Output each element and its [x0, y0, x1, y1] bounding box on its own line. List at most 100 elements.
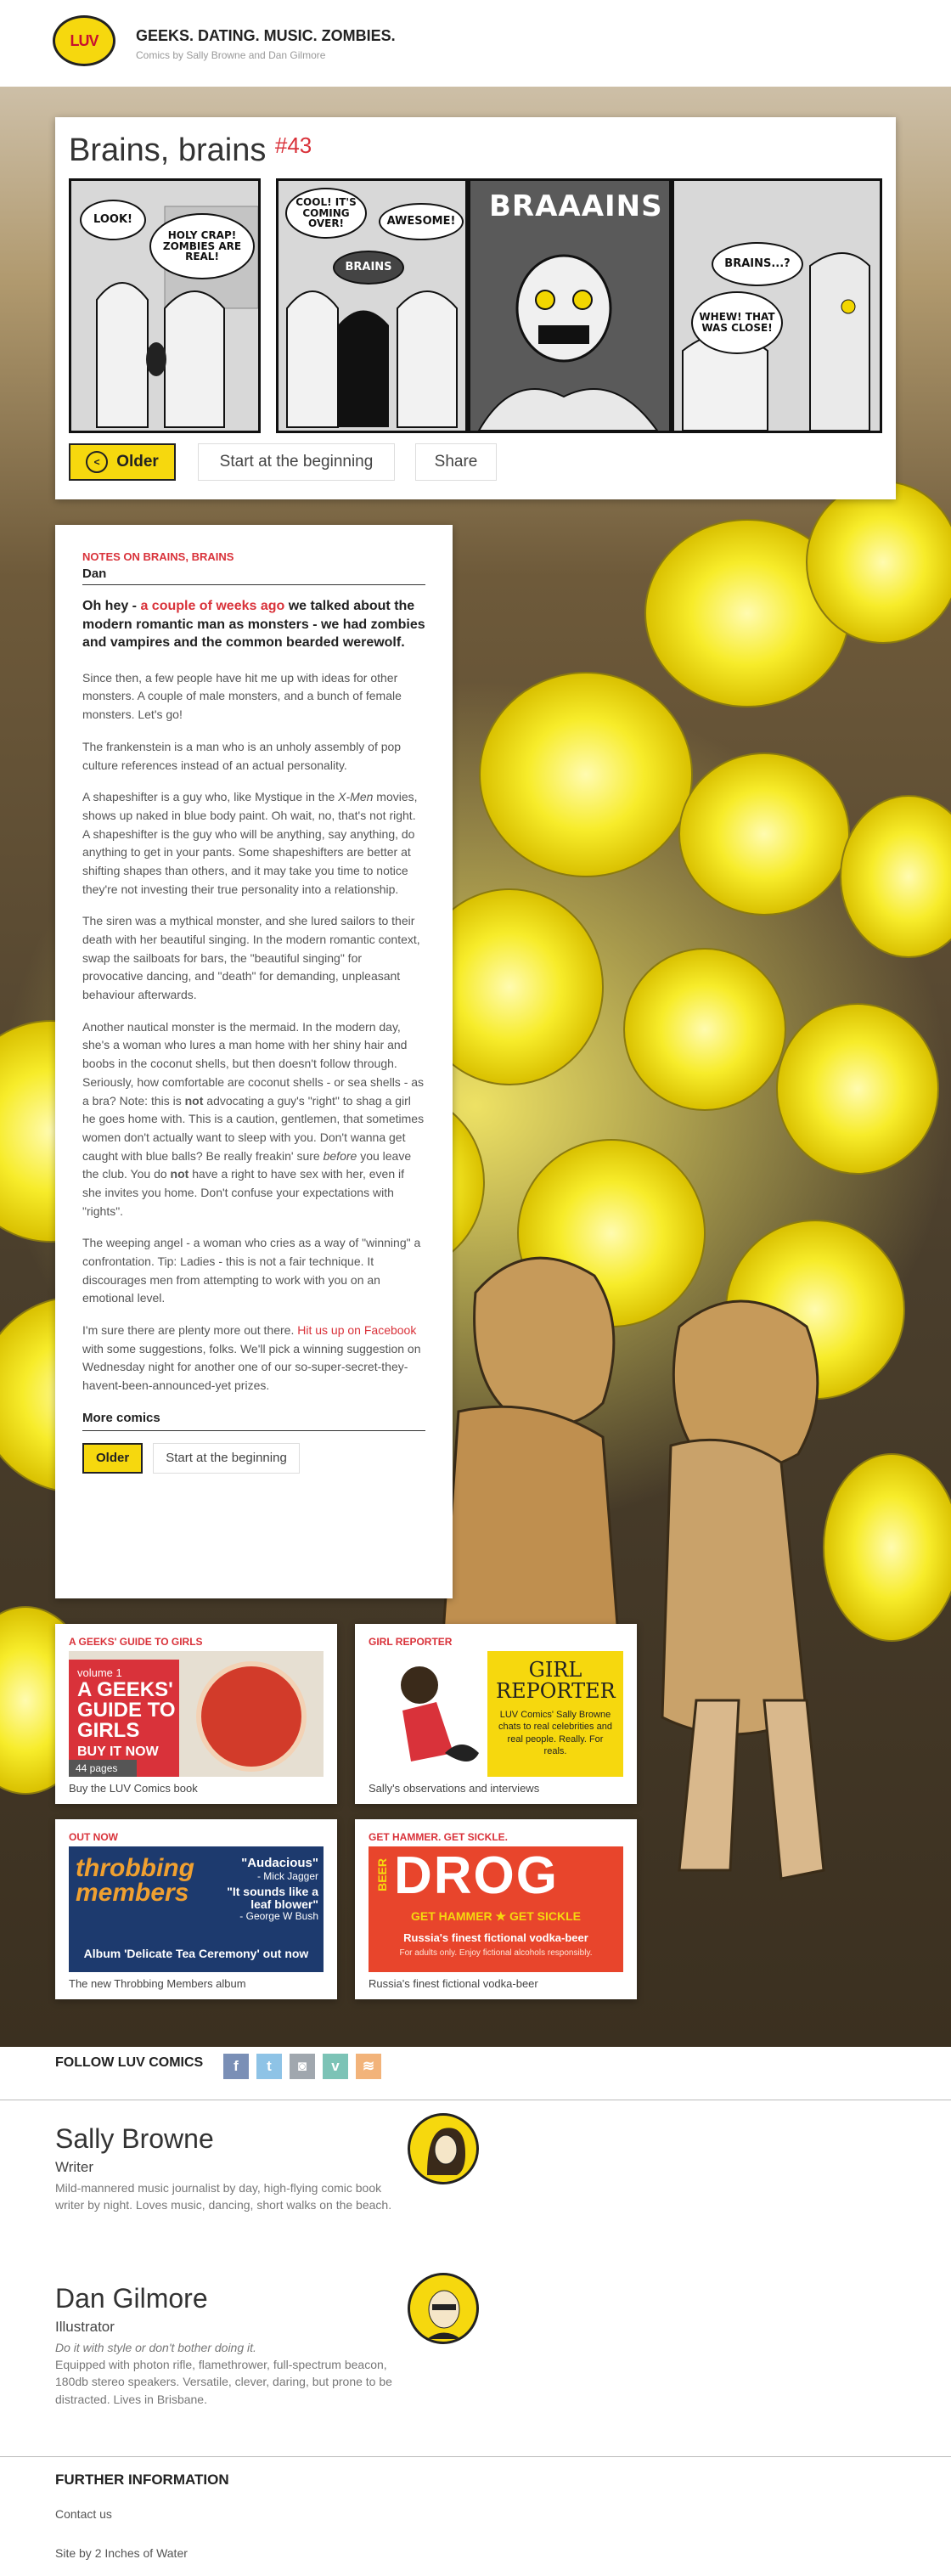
paragraph-emphasis: before: [323, 1148, 357, 1163]
promo-label: GIRL REPORTER: [369, 1636, 453, 1648]
twitter-icon[interactable]: t: [256, 2054, 282, 2079]
reporter-figure: [401, 1666, 479, 1761]
paragraph-text: I'm sure there are plenty more out there…: [82, 1323, 298, 1338]
comic-title-text: Brains, brains: [69, 132, 267, 168]
reporter-title-line: REPORTER: [496, 1679, 616, 1704]
older-button[interactable]: < Older: [69, 443, 176, 481]
previous-comic-link[interactable]: a couple of weeks ago: [140, 599, 284, 613]
site-subtitle: Comics by Sally Browne and Dan Gilmore: [136, 49, 326, 61]
girl-reporter-title: GIRL REPORTER: [496, 1658, 616, 1704]
site-header: LUV GEEKS. DATING. MUSIC. ZOMBIES. Comic…: [0, 0, 951, 87]
vine-icon[interactable]: v: [323, 2054, 348, 2079]
notes-paragraph: I'm sure there are plenty more out there…: [82, 1322, 425, 1395]
promo-card-book[interactable]: A GEEKS' GUIDE TO GIRLS volume 1 A GEEKS…: [55, 1624, 337, 1804]
dan-portrait: [427, 2290, 461, 2339]
notes-lead: Oh hey - a couple of weeks ago we talked…: [82, 597, 425, 652]
promo-caption: Buy the LUV Comics book: [69, 1782, 198, 1795]
facebook-icon[interactable]: f: [223, 2054, 249, 2079]
paragraph-strong: not: [170, 1167, 189, 1181]
notes-paragraph: Another nautical monster is the mermaid.…: [82, 1018, 425, 1221]
speech-bubble: BRAINS...?: [712, 242, 803, 286]
notes-paragraph: Since then, a few people have hit me up …: [82, 670, 402, 722]
start-at-beginning-button[interactable]: Start at the beginning: [198, 443, 395, 481]
album-promo-image[interactable]: throbbing members "Audacious" - Mick Jagg…: [69, 1846, 324, 1972]
comic-notes: NOTES ON BRAINS, BRAINS Dan Oh hey - a c…: [55, 525, 453, 1598]
album-quote-author: - George W Bush: [239, 1910, 318, 1923]
promo-label: OUT NOW: [69, 1831, 118, 1843]
sally-portrait: [427, 2128, 465, 2175]
promo-card-album[interactable]: OUT NOW throbbing members "Audacious" - M…: [55, 1819, 337, 1999]
share-button[interactable]: Share: [415, 443, 497, 481]
girl-reporter-image[interactable]: GIRL REPORTER LUV Comics' Sally Browne ch…: [369, 1651, 623, 1777]
person-bio-dan: Equipped with photon rifle, flamethrower…: [55, 2358, 392, 2406]
notes-heading: NOTES ON BRAINS, BRAINS: [82, 550, 234, 563]
avatar-sally: [408, 2113, 479, 2184]
site-title[interactable]: GEEKS. DATING. MUSIC. ZOMBIES.: [136, 27, 396, 45]
comic-strip[interactable]: LOOK! HOLY CRAP! ZOMBIES ARE REAL! COOL!…: [69, 178, 882, 433]
notes-paragraph: The siren was a mythical monster, and sh…: [82, 914, 420, 1002]
album-quote-author: - Mick Jagger: [256, 1869, 318, 1882]
promo-label: GET HAMMER. GET SICKLE.: [369, 1831, 509, 1843]
notes-author: Dan: [82, 566, 425, 585]
facebook-link[interactable]: Hit us up on Facebook: [297, 1323, 416, 1337]
follow-bar: FOLLOW LUV COMICS f t ◙ v ≋: [0, 2047, 951, 2100]
instagram-icon[interactable]: ◙: [290, 2054, 315, 2079]
comic-card: Brains, brains #43 LOOK! HOLY CRAP! ZOMB…: [55, 117, 896, 499]
speech-bubble: HOLY CRAP! ZOMBIES ARE REAL!: [149, 213, 255, 279]
album-quote: "Audacious": [241, 1856, 318, 1870]
band-name-line: members: [76, 1878, 189, 1907]
notes-start-button[interactable]: Start at the beginning: [153, 1442, 300, 1474]
band-logo: throbbing members: [76, 1854, 194, 1907]
paragraph-strong: not: [184, 1093, 204, 1108]
reporter-title-line: GIRL: [528, 1658, 582, 1682]
paragraph-text: movies, shows up naked in blue body pain…: [82, 790, 418, 896]
drog-side-label: BEER: [375, 1858, 389, 1891]
site-credit-link[interactable]: Site by 2 Inches of Water: [55, 2546, 188, 2560]
person-name-dan: Dan Gilmore: [55, 2283, 208, 2314]
book-heart-disc: [196, 1661, 307, 1772]
comic-title: Brains, brains #43: [69, 132, 312, 169]
speech-bubble: COOL! IT'S COMING OVER!: [285, 188, 367, 239]
band-name-line: throbbing: [76, 1854, 194, 1882]
promo-card-drog[interactable]: GET HAMMER. GET SICKLE. BEER DROG GET HA…: [355, 1819, 637, 1999]
book-title-line: GUIDE TO: [77, 1699, 176, 1722]
promo-card-girl-reporter[interactable]: GIRL REPORTER GIRL REPORTER LUV Comics' S…: [355, 1624, 637, 1804]
person-bio-sally: Mild-mannered music journalist by day, h…: [55, 2181, 392, 2212]
older-button-label: Older: [116, 453, 159, 471]
comic-number: #43: [274, 132, 312, 158]
book-promo-image[interactable]: volume 1 A GEEKS' GUIDE TO GIRLS BUY IT NO…: [69, 1651, 324, 1777]
drog-promo-image[interactable]: BEER DROG GET HAMMER ★ GET SICKLE Russia…: [369, 1846, 623, 1972]
speech-bubble: BRAINS: [333, 251, 404, 285]
luv-comics-logo[interactable]: LUV: [53, 15, 115, 66]
notes-paragraph: The frankenstein is a man who is an unho…: [82, 739, 402, 772]
paragraph-text: with some suggestions, folks. We'll pick…: [82, 1341, 421, 1393]
person-quote-dan: Do it with style or don't bother doing i…: [55, 2341, 256, 2354]
comic-panel-1: LOOK! HOLY CRAP! ZOMBIES ARE REAL!: [69, 178, 261, 433]
contact-link[interactable]: Contact us: [55, 2507, 112, 2521]
comic-panel-4: BRAINS...? WHEW! THAT WAS CLOSE!: [672, 178, 882, 433]
rss-icon[interactable]: ≋: [356, 2054, 381, 2079]
speech-bubble: AWESOME!: [379, 203, 464, 240]
promo-label: A GEEKS' GUIDE TO GIRLS: [69, 1636, 203, 1648]
person-role-dan: Illustrator: [55, 2319, 115, 2335]
book-title-line: GIRLS: [77, 1719, 140, 1742]
notes-older-button[interactable]: Older: [82, 1442, 143, 1474]
drog-tagline: Russia's finest fictional vodka-beer: [403, 1931, 588, 1944]
book-title-line: A GEEKS': [77, 1678, 173, 1701]
speech-bubble: WHEW! THAT WAS CLOSE!: [691, 291, 783, 354]
paragraph-emphasis: X-Men: [338, 790, 374, 804]
book-cta: BUY IT NOW: [77, 1745, 159, 1759]
book-title: A GEEKS' GUIDE TO GIRLS: [77, 1680, 176, 1741]
more-comics-heading: More comics: [82, 1411, 425, 1431]
book-pages: 44 pages: [69, 1760, 137, 1777]
speech-bubble: LOOK!: [80, 200, 146, 240]
footer-divider: [0, 2456, 951, 2457]
paragraph-text: A shapeshifter is a guy who, like Mystiq…: [82, 790, 339, 804]
promo-caption: Russia's finest fictional vodka-beer: [369, 1977, 538, 1990]
album-quotes: "Audacious" - Mick Jagger "It sounds lik…: [213, 1856, 318, 1923]
girl-reporter-blurb: LUV Comics' Sally Browne chats to real c…: [498, 1710, 612, 1756]
follow-label: FOLLOW LUV COMICS: [55, 2055, 204, 2070]
promo-caption: The new Throbbing Members album: [69, 1977, 246, 1990]
comic-panel-2: COOL! IT'S COMING OVER! AWESOME! BRAINS: [276, 178, 468, 433]
drog-slogan: GET HAMMER ★ GET SICKLE: [411, 1909, 581, 1923]
